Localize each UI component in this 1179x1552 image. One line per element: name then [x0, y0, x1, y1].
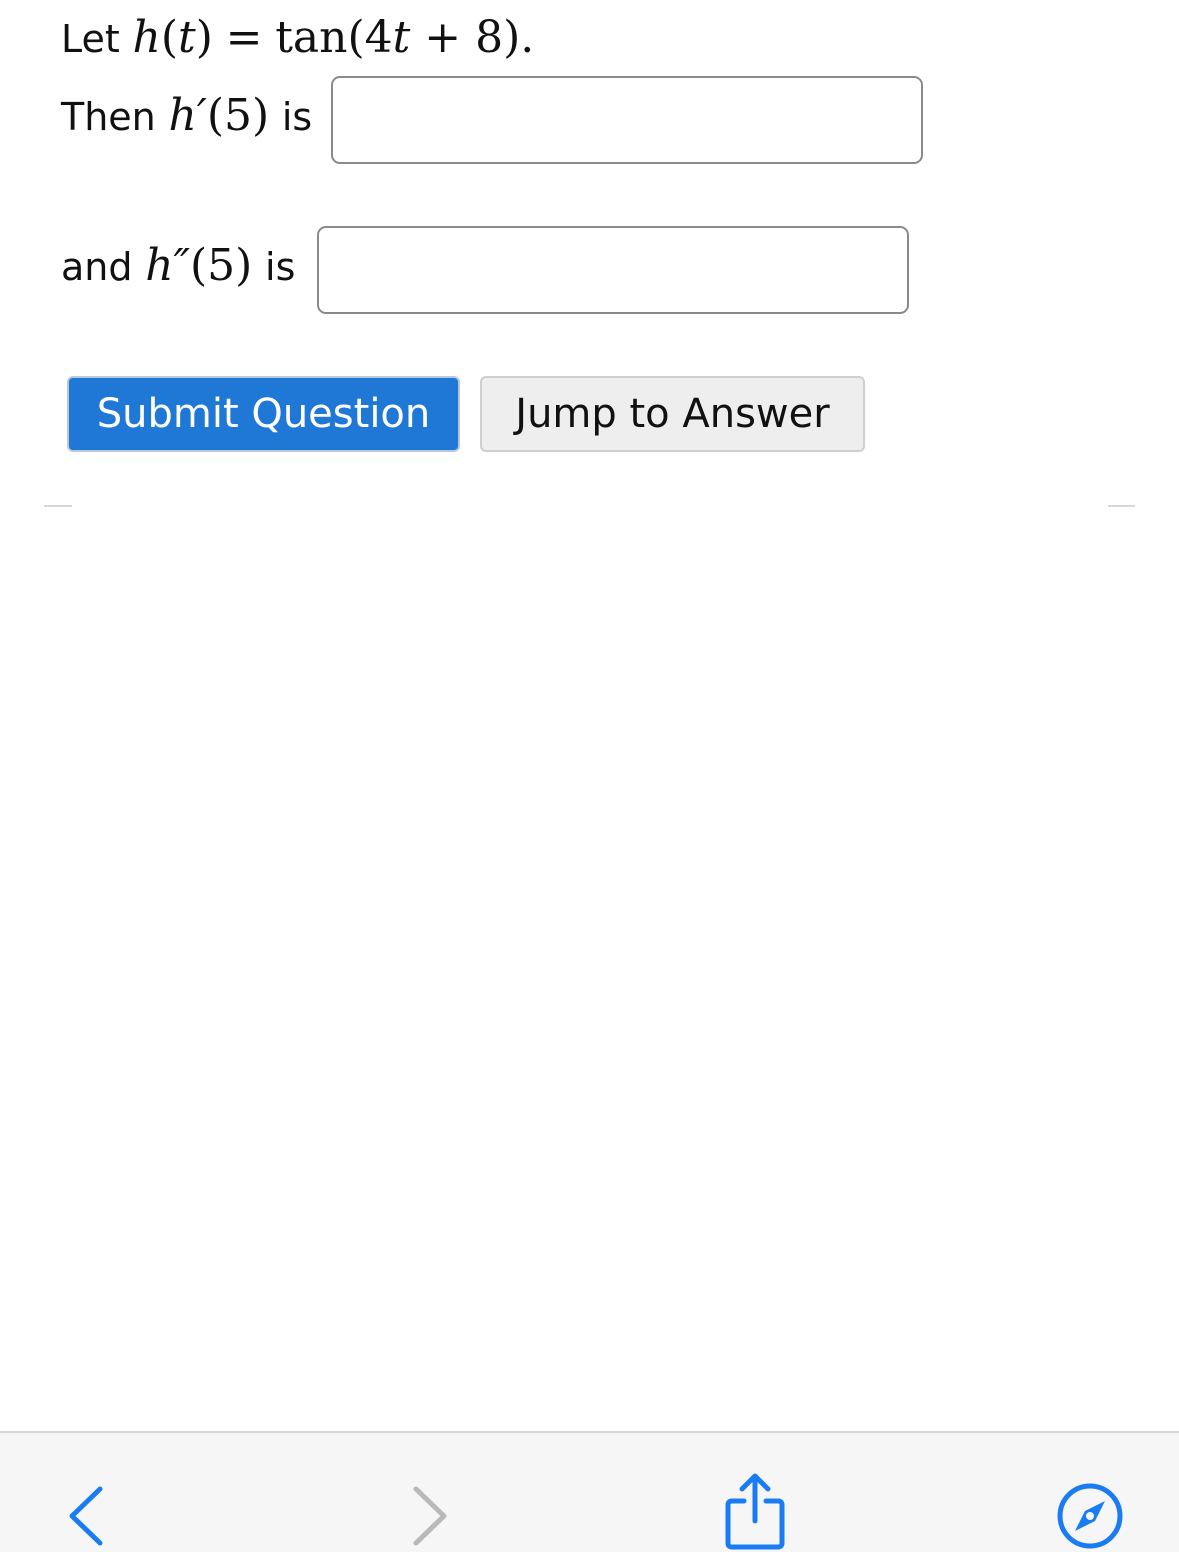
function-arg: (t) — [160, 12, 213, 63]
derivative-arg: (5) — [206, 90, 270, 141]
back-icon[interactable] — [62, 1483, 112, 1547]
first-derivative-prompt: Then h′(5) is — [61, 90, 312, 141]
second-derivative-arg: (5) — [190, 240, 253, 291]
browser-toolbar — [0, 1431, 1179, 1552]
second-derivative-fn: h″ — [145, 240, 190, 291]
function-expression: tan(4t + 8). — [275, 12, 535, 63]
derivative-fn: h′ — [168, 90, 207, 141]
divider-left — [44, 505, 72, 507]
compass-icon[interactable] — [1055, 1481, 1125, 1551]
second-derivative-answer-input[interactable] — [317, 226, 909, 314]
equals-sign: = — [225, 12, 263, 63]
function-name: h — [132, 12, 161, 63]
submit-question-button[interactable]: Submit Question — [67, 376, 460, 452]
function-definition: Let h(t) = tan(4t + 8). — [61, 12, 534, 63]
forward-icon[interactable] — [404, 1483, 454, 1547]
divider-right — [1108, 505, 1135, 507]
then-text: Then — [61, 95, 156, 139]
is-text: is — [281, 95, 313, 139]
first-derivative-answer-input[interactable] — [331, 76, 923, 164]
jump-to-answer-button[interactable]: Jump to Answer — [480, 376, 865, 452]
share-icon[interactable] — [722, 1471, 788, 1552]
is-text: is — [265, 245, 296, 289]
second-derivative-prompt: and h″(5) is — [61, 240, 295, 291]
and-text: and — [61, 245, 133, 289]
let-text: Let — [61, 17, 120, 61]
